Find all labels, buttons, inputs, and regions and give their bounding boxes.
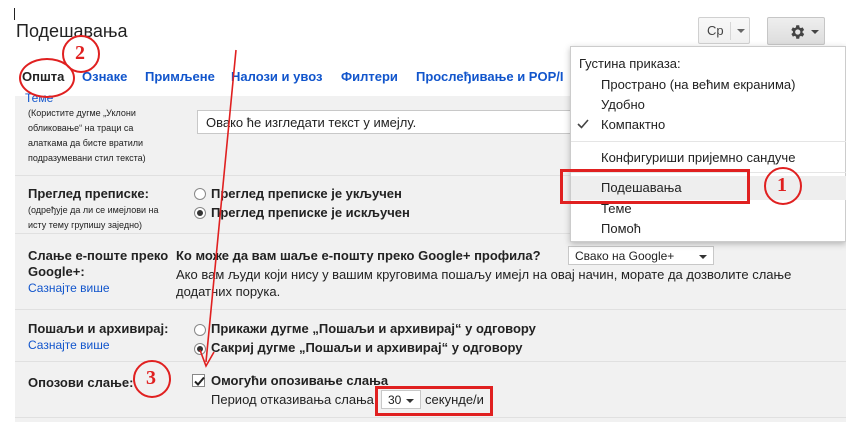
- annotation-number-1: 1: [777, 174, 787, 196]
- annotation-number-3: 3: [146, 367, 156, 389]
- cancellation-period-highlight-box: [375, 386, 493, 416]
- settings-highlight-box: [560, 169, 750, 204]
- annotation-arrow: [199, 49, 237, 368]
- annotation-number-2: 2: [75, 42, 85, 64]
